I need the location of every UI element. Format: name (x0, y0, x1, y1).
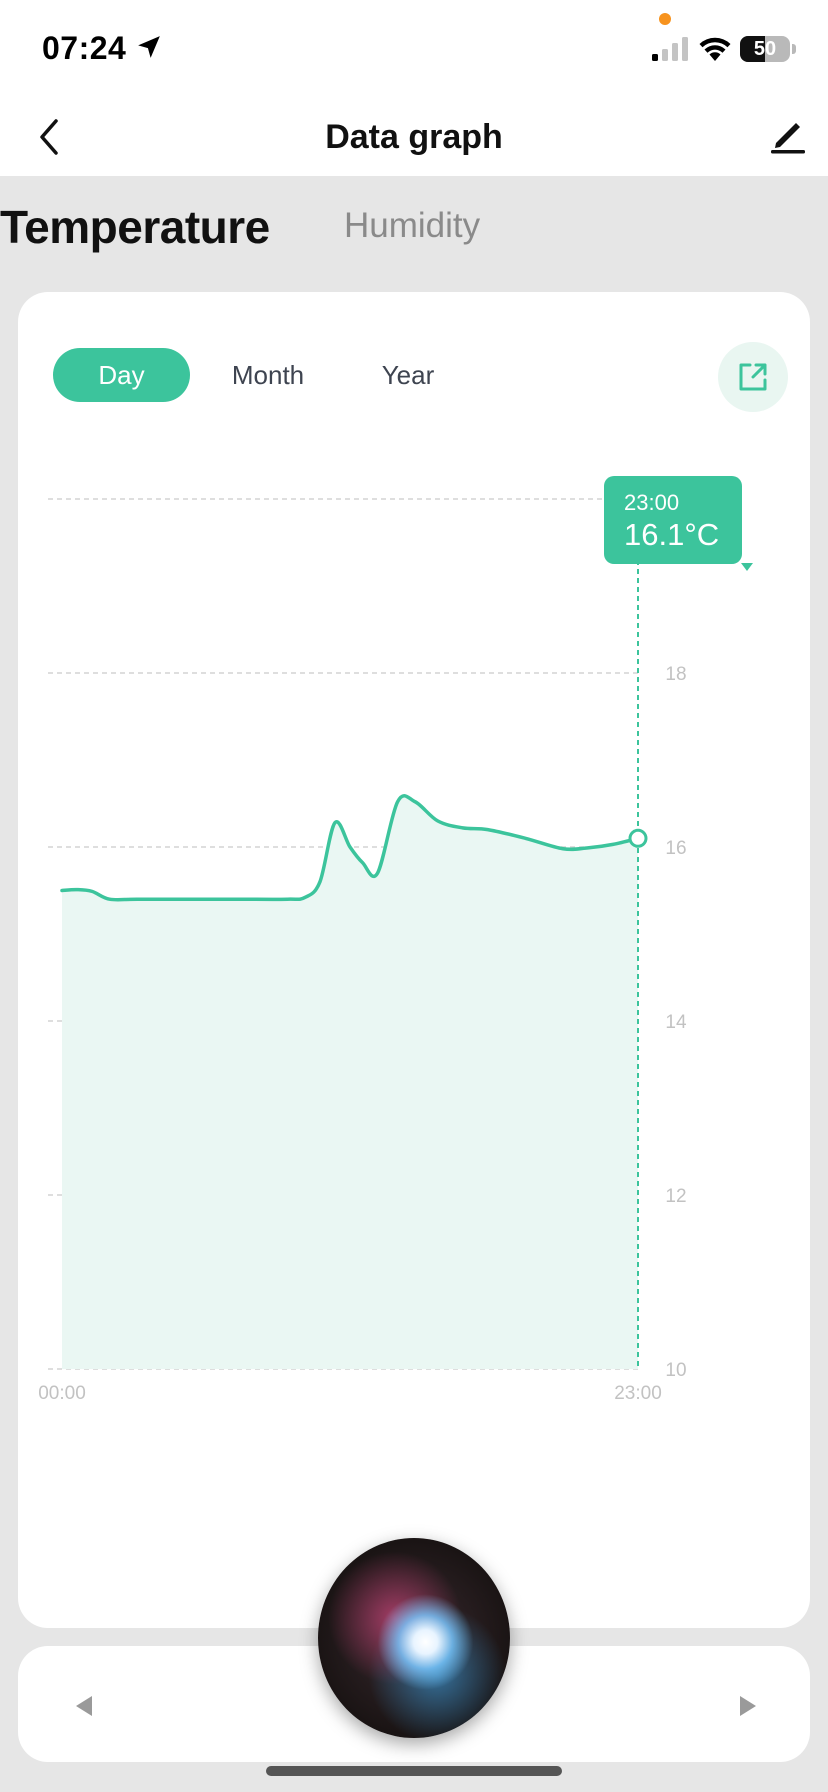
wifi-icon (699, 37, 731, 61)
tooltip-value: 16.1°C (624, 517, 720, 552)
status-bar: 07:24 50 (0, 0, 828, 100)
previous-period-button[interactable] (64, 1686, 104, 1726)
y-tick-label: 10 (665, 1360, 686, 1381)
status-time: 07:24 (42, 30, 127, 66)
metric-tabs: Temperature Humidity (0, 200, 828, 260)
location-arrow-icon (138, 36, 160, 58)
chart-card: Day Month Year 10121416182000:0023:00 23… (18, 292, 810, 1628)
battery-level-text: 50 (753, 38, 777, 60)
home-indicator[interactable] (266, 1766, 562, 1776)
edit-button[interactable] (762, 110, 812, 160)
triangle-left-icon (76, 1696, 92, 1716)
battery-cap (792, 44, 796, 54)
x-tick-label: 00:00 (38, 1383, 86, 1404)
triangle-right-icon (740, 1696, 756, 1716)
page-title: Data graph (325, 118, 503, 156)
y-tick-label: 18 (665, 664, 686, 685)
y-tick-label: 16 (665, 838, 686, 859)
y-tick-label: 14 (665, 1012, 687, 1033)
privacy-indicator-dot (659, 13, 671, 25)
tab-temperature[interactable]: Temperature (0, 200, 270, 254)
siri-orb[interactable] (318, 1538, 510, 1738)
series-area (62, 795, 638, 1369)
next-period-button[interactable] (728, 1686, 768, 1726)
tooltip-arrow (741, 563, 753, 571)
pencil-icon (771, 123, 805, 154)
tab-humidity[interactable]: Humidity (344, 206, 480, 246)
tooltip-time: 23:00 (624, 490, 680, 515)
cellular-signal-icon (652, 37, 688, 61)
nav-bar: Data graph (0, 100, 828, 176)
highlight-point (628, 828, 648, 848)
x-tick-label: 23:00 (614, 1383, 662, 1404)
battery-indicator: 50 (740, 36, 790, 62)
y-tick-label: 12 (665, 1186, 686, 1207)
chart-tooltip: 23:00 16.1°C (604, 476, 742, 564)
